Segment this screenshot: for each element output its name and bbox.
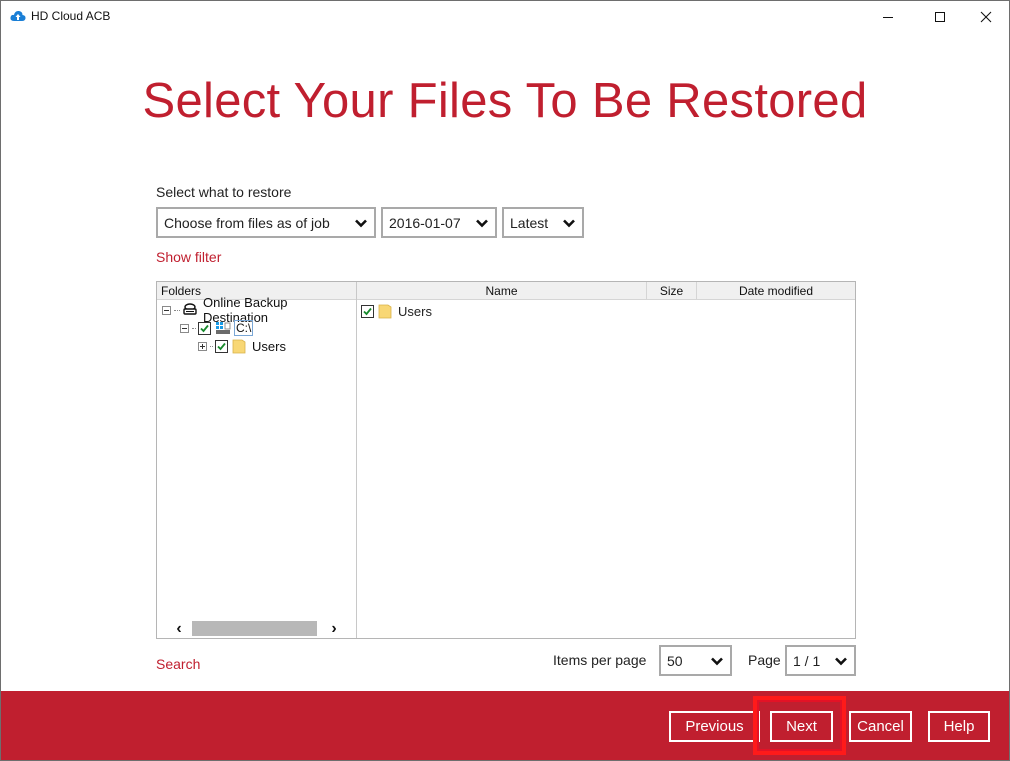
horizontal-scrollbar[interactable]: ‹ › (157, 619, 356, 638)
title-bar: HD Cloud ACB (1, 1, 1009, 32)
restore-mode-value: Choose from files as of job (164, 214, 330, 231)
files-pane: Name Size Date modified Users (357, 282, 855, 638)
help-button[interactable]: Help (928, 711, 990, 742)
drive-c-checkbox[interactable] (198, 321, 211, 335)
folder-icon (378, 304, 392, 318)
date-dropdown[interactable]: 2016-01-07 (381, 207, 497, 238)
scroll-left-icon[interactable]: ‹ (169, 619, 189, 638)
check-icon (363, 307, 372, 315)
file-name: Users (398, 303, 432, 319)
cloud-icon (10, 10, 26, 21)
restore-mode-dropdown[interactable]: Choose from files as of job (156, 207, 376, 238)
folders-pane: Folders Online Backup Destination C:\ Us… (157, 282, 357, 638)
search-link[interactable]: Search (156, 656, 200, 672)
tree-item-backup-destination[interactable]: Online Backup Destination (162, 295, 356, 325)
file-row[interactable]: Users (361, 302, 432, 320)
items-per-page-value: 50 (667, 652, 683, 669)
column-header-name[interactable]: Name (357, 282, 647, 300)
folder-icon (232, 339, 246, 353)
expand-toggle[interactable] (198, 341, 207, 351)
restore-label: Select what to restore (156, 184, 292, 200)
next-button[interactable]: Next (770, 711, 833, 742)
minimize-button[interactable] (865, 1, 911, 32)
show-filter-link[interactable]: Show filter (156, 249, 221, 265)
page-label: Page (748, 652, 781, 668)
cancel-button[interactable]: Cancel (849, 711, 912, 742)
backup-destination-icon (183, 303, 197, 315)
version-value: Latest (510, 214, 549, 231)
column-header-size[interactable]: Size (647, 282, 697, 300)
check-icon (217, 342, 226, 350)
chevron-down-icon (355, 219, 367, 228)
file-browser: Folders Online Backup Destination C:\ Us… (156, 281, 856, 639)
page-value: 1 / 1 (793, 652, 821, 669)
drive-icon (216, 322, 231, 334)
close-button[interactable] (963, 1, 1009, 32)
chevron-down-icon (835, 657, 847, 666)
minimize-icon (883, 16, 893, 18)
column-header-date-modified[interactable]: Date modified (697, 282, 855, 300)
scrollbar-thumb[interactable] (192, 621, 317, 636)
tree-connector (210, 345, 213, 347)
window-title: HD Cloud ACB (31, 9, 111, 23)
tree-item-label: C:\ (234, 320, 254, 336)
chevron-down-icon (563, 219, 575, 228)
collapse-toggle[interactable] (162, 305, 171, 315)
maximize-icon (935, 11, 945, 22)
file-row-checkbox[interactable] (361, 304, 374, 318)
version-dropdown[interactable]: Latest (502, 207, 584, 238)
scroll-right-icon[interactable]: › (324, 619, 344, 638)
items-per-page-dropdown[interactable]: 50 (659, 645, 732, 676)
check-icon (200, 324, 209, 332)
tree-item-drive-c[interactable]: C:\ (180, 319, 254, 337)
tree-item-label: Users (252, 338, 286, 354)
maximize-button[interactable] (917, 1, 963, 32)
collapse-toggle[interactable] (180, 323, 189, 333)
chevron-down-icon (476, 219, 488, 228)
tree-connector (192, 327, 196, 329)
items-per-page-label: Items per page (553, 652, 647, 668)
page-dropdown[interactable]: 1 / 1 (785, 645, 856, 676)
chevron-down-icon (711, 657, 723, 666)
close-icon (980, 11, 992, 22)
date-value: 2016-01-07 (389, 214, 461, 231)
footer-bar: Previous Next Cancel Help (1, 691, 1009, 760)
users-checkbox[interactable] (215, 339, 228, 353)
tree-item-users[interactable]: Users (198, 337, 286, 355)
app-window: HD Cloud ACB Select Your Files To Be Res… (0, 0, 1010, 761)
page-title: Select Your Files To Be Restored (142, 74, 868, 128)
previous-button[interactable]: Previous (669, 711, 760, 742)
tree-connector (174, 309, 180, 311)
